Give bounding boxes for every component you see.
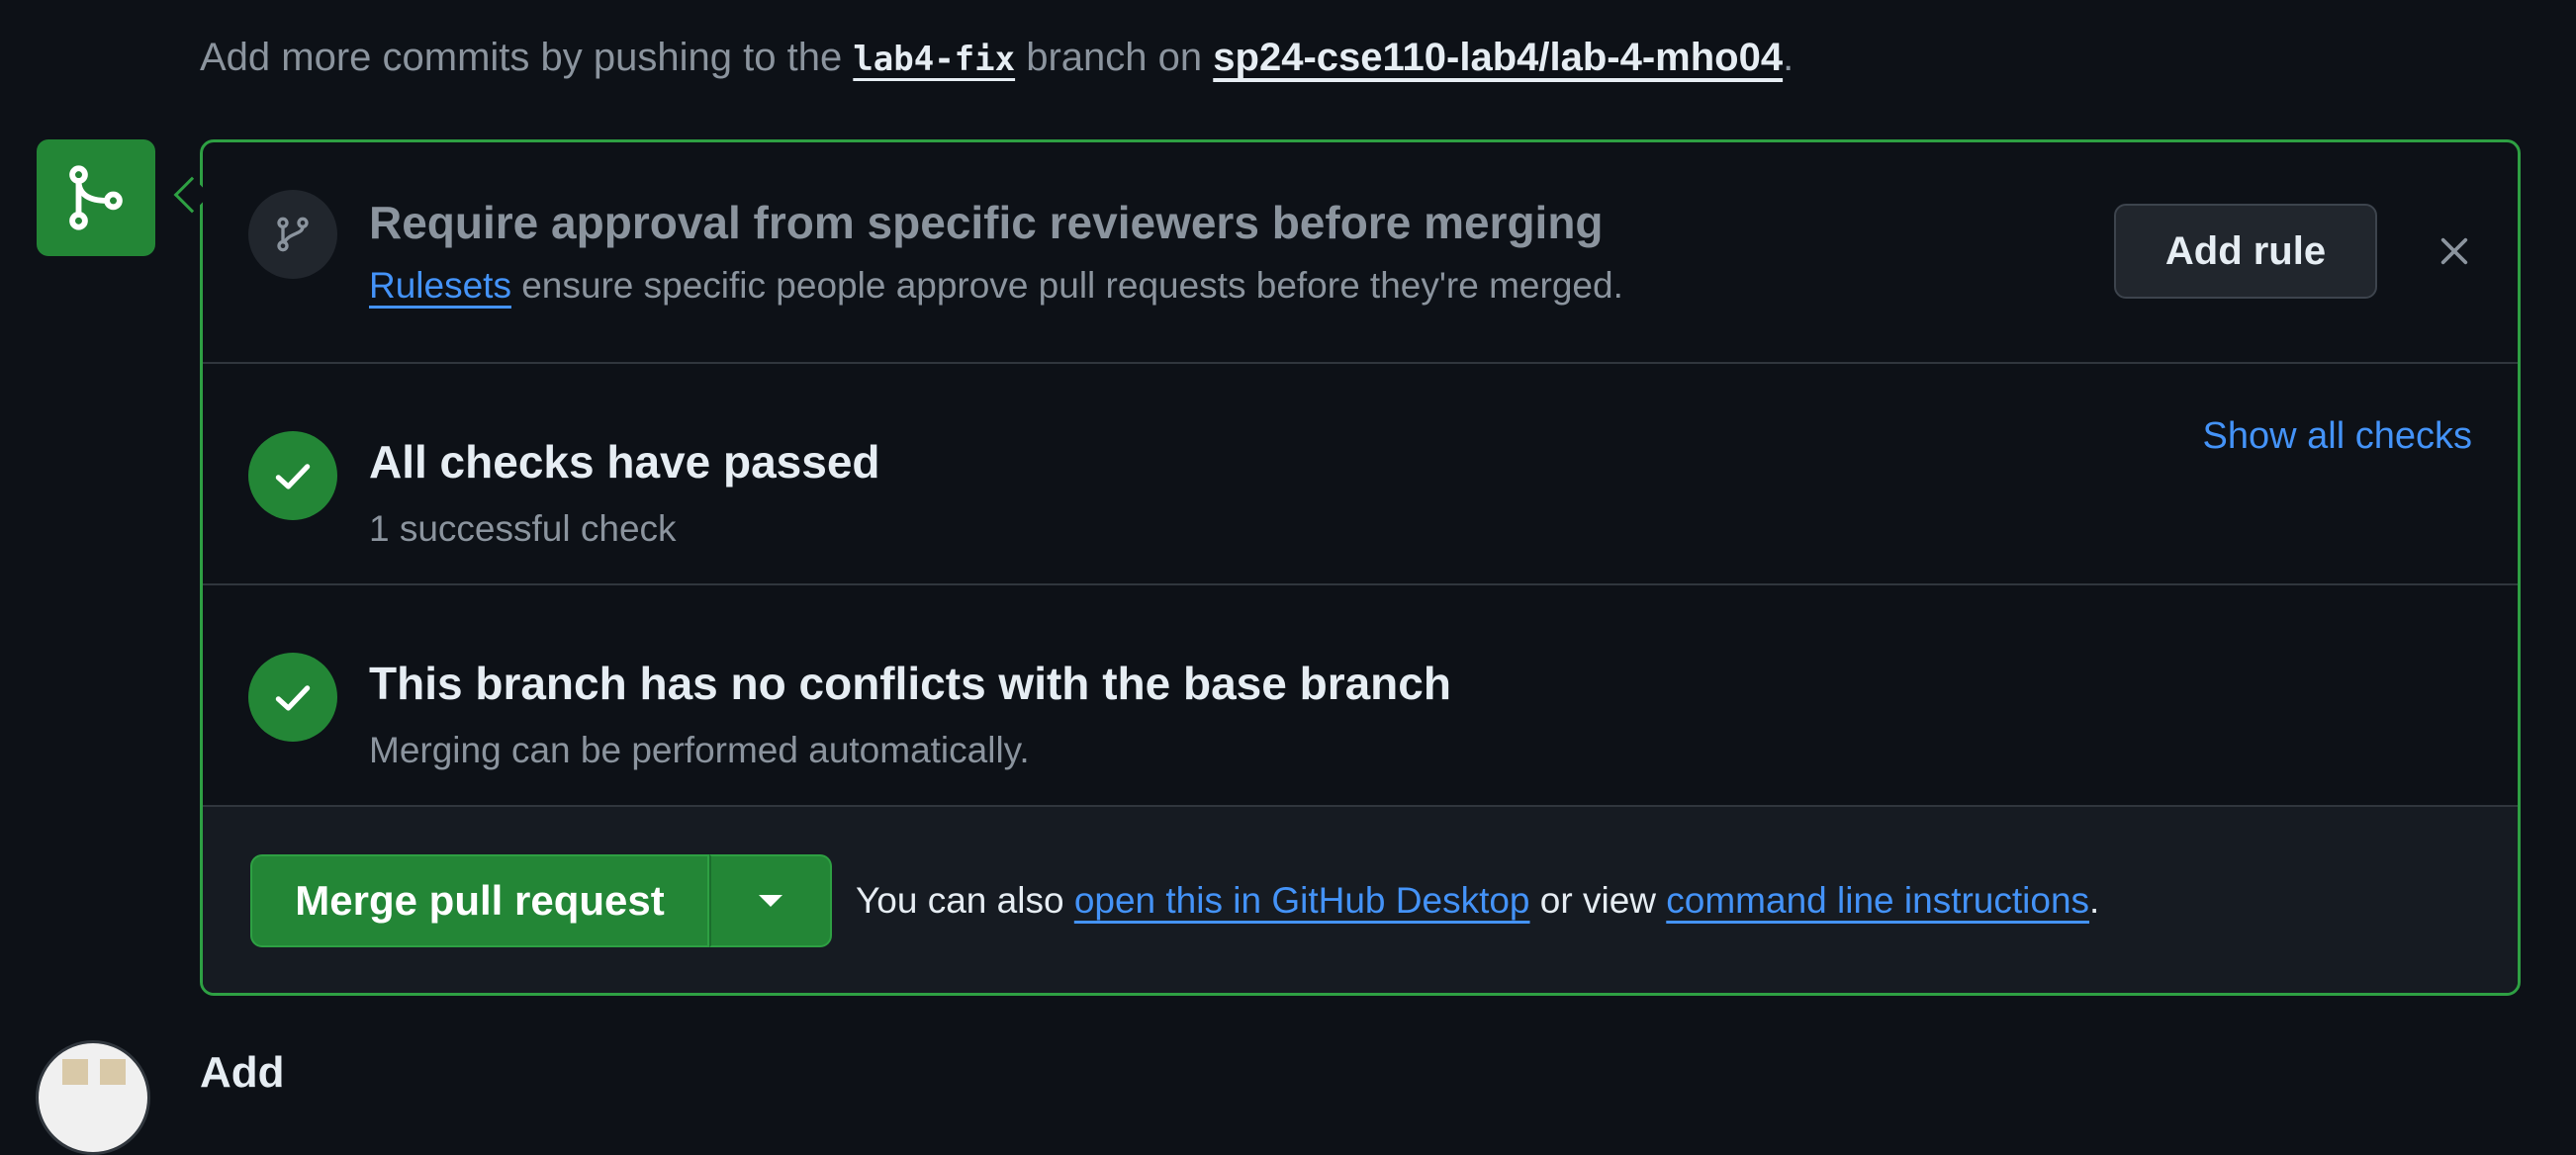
show-all-checks-link[interactable]: Show all checks	[2203, 415, 2472, 458]
merge-note-suffix: .	[2089, 880, 2100, 921]
triangle-down-icon	[759, 895, 782, 907]
git-merge-icon-box	[37, 139, 155, 256]
ruleset-section: Require approval from specific reviewers…	[203, 142, 2518, 364]
rulesets-link[interactable]: Rulesets	[369, 265, 511, 306]
check-icon	[275, 464, 311, 489]
ruleset-title: Require approval from specific reviewers…	[369, 197, 1604, 248]
avatar[interactable]	[36, 1040, 150, 1155]
push-hint-prefix: Add more commits by pushing to the	[200, 36, 843, 79]
merge-note: You can also open this in GitHub Desktop…	[856, 880, 2099, 922]
merge-note-middle: or view	[1539, 880, 1656, 921]
branch-name[interactable]: lab4-fix	[853, 40, 1015, 79]
close-icon	[2440, 237, 2468, 265]
git-merge-icon	[69, 165, 123, 230]
ruleset-icon-circle	[248, 190, 337, 279]
ruleset-text: ensure specific people approve pull requ…	[521, 265, 1623, 306]
push-hint-suffix: .	[1783, 36, 1794, 79]
merge-box: Require approval from specific reviewers…	[200, 139, 2521, 996]
checks-section: All checks have passed 1 successful chec…	[203, 364, 2518, 585]
dismiss-button[interactable]	[2427, 223, 2482, 279]
merge-section: Merge pull request You can also open thi…	[203, 807, 2518, 993]
push-hint: Add more commits by pushing to the lab4-…	[200, 36, 1794, 80]
add-comment-heading: Add	[200, 1048, 285, 1097]
conflicts-title: This branch has no conflicts with the ba…	[369, 658, 1451, 709]
github-desktop-link[interactable]: open this in GitHub Desktop	[1074, 880, 1530, 921]
git-branch-icon	[277, 217, 309, 252]
conflicts-section: This branch has no conflicts with the ba…	[203, 585, 2518, 807]
checks-subtitle: 1 successful check	[369, 508, 677, 549]
ruleset-description: Rulesets ensure specific people approve …	[369, 265, 1623, 307]
merge-pull-request-button[interactable]: Merge pull request	[250, 854, 709, 947]
checks-title: All checks have passed	[369, 436, 880, 488]
merge-note-prefix: You can also	[856, 880, 1064, 921]
checks-status-circle	[248, 431, 337, 520]
check-icon	[275, 685, 311, 711]
repo-link[interactable]: sp24-cse110-lab4/lab-4-mho04	[1213, 36, 1783, 79]
merge-method-dropdown[interactable]	[709, 854, 832, 947]
push-hint-middle: branch on	[1026, 36, 1203, 79]
add-rule-button[interactable]: Add rule	[2114, 204, 2377, 299]
conflicts-subtitle: Merging can be performed automatically.	[369, 730, 1030, 770]
command-line-instructions-link[interactable]: command line instructions	[1666, 880, 2089, 921]
conflicts-status-circle	[248, 653, 337, 742]
